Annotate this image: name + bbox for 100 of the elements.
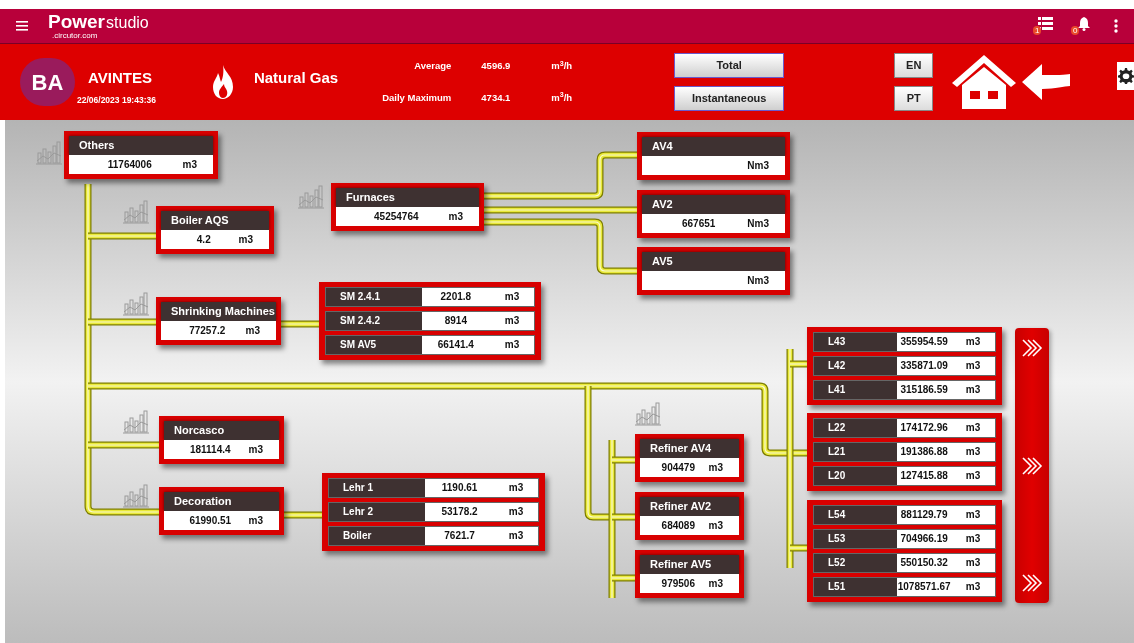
meter-label: L20 (814, 467, 898, 485)
language-button[interactable]: PT (894, 86, 934, 111)
meter-row[interactable]: L41 315186.59 m3 (813, 380, 996, 400)
stat-value: 4596.9 (481, 59, 512, 74)
meter-card[interactable]: Others 11764006 m3 (64, 131, 218, 179)
meter-value: 550150.32 (899, 556, 949, 570)
meter-value: 191386.88 (899, 445, 949, 459)
meter-card[interactable]: Refiner AV5 979506 m3 (635, 550, 744, 598)
meter-card[interactable]: Shrinking Machines 77257.2 m3 (156, 297, 281, 345)
flame-icon (211, 65, 234, 99)
meter-row[interactable]: L20 127415.88 m3 (813, 466, 996, 486)
meter-title: Refiner AV4 (640, 439, 739, 458)
meter-card[interactable]: AV2 667651 Nm3 (637, 190, 790, 238)
meter-label: Lehr 1 (329, 479, 426, 497)
meter-row[interactable]: SM AV5 66141.4 m3 (325, 335, 535, 355)
meter-value: 315186.59 (899, 383, 949, 397)
site-name: AVINTES (88, 67, 153, 88)
menu-icon[interactable] (16, 21, 28, 31)
meter-row[interactable]: Boiler 7621.7 m3 (328, 526, 539, 546)
meter-value: 77257.2 (189, 325, 226, 336)
logo-domain-text: .circutor.com (51, 30, 99, 40)
mode-button[interactable]: Total (674, 53, 785, 78)
meter-title: Refiner AV2 (640, 497, 739, 516)
meter-value: 53178.2 (440, 505, 479, 519)
meter-label: L21 (814, 443, 898, 461)
meter-title: Furnaces (336, 188, 479, 207)
settings-button[interactable] (1117, 62, 1134, 90)
unit-label: m3 (238, 233, 254, 247)
meter-row[interactable]: L54 881129.79 m3 (813, 505, 996, 525)
meter-card[interactable]: Refiner AV2 684089 m3 (635, 492, 744, 540)
meter-value: 1190.61 (440, 481, 479, 495)
meter-value: 1078571.67 (897, 580, 951, 594)
meter-value: 61990.51 (189, 515, 232, 526)
meter-row[interactable]: L51 1078571.67 m3 (813, 577, 996, 597)
unit-label: m3 (964, 383, 982, 397)
more-options-icon[interactable] (1114, 19, 1118, 33)
meter-value: 684089 (661, 520, 695, 531)
meter-value: 4.2 (196, 234, 211, 245)
meter-row[interactable]: SM 2.4.1 2201.8 m3 (325, 287, 535, 307)
language-button[interactable]: EN (894, 53, 934, 78)
unit-label: m3 (248, 514, 264, 528)
meter-card[interactable]: Refiner AV4 904479 m3 (635, 434, 744, 482)
chevron-right-icon[interactable] (1021, 455, 1043, 476)
unit-label: m3 (245, 324, 261, 338)
meter-label: L43 (814, 333, 898, 351)
meter-card[interactable]: Boiler AQS 4.2 m3 (156, 206, 274, 254)
bell-icon[interactable] (1078, 17, 1090, 31)
meter-value: 127415.88 (899, 469, 949, 483)
unit-label: Nm3 (747, 159, 770, 173)
meter-row[interactable]: L22 174172.96 m3 (813, 418, 996, 438)
unit-label: Nm3 (747, 274, 770, 288)
meter-title: Boiler AQS (161, 211, 269, 230)
meter-card[interactable]: Norcasco 181114.4 m3 (159, 416, 284, 464)
meter-label: L54 (814, 506, 898, 524)
mode-button[interactable]: Instantaneous (674, 86, 785, 111)
meter-card[interactable]: AV4 Nm3 (637, 132, 790, 180)
settings-icon[interactable] (1118, 68, 1134, 84)
meter-row[interactable]: Lehr 1 1190.61 m3 (328, 478, 539, 498)
list-icon[interactable] (1038, 17, 1053, 30)
meter-label: SM 2.4.1 (326, 288, 422, 306)
unit-label: m3 (964, 445, 982, 459)
meter-card[interactable]: Decoration 61990.51 m3 (159, 487, 284, 535)
unit-label: m3 (507, 481, 525, 495)
chevron-right-icon[interactable] (1021, 338, 1043, 358)
meter-title: Shrinking Machines (161, 302, 276, 321)
meter-title: Others (69, 136, 213, 155)
meter-label: SM 2.4.2 (326, 312, 422, 330)
stat-value: 4734.1 (481, 90, 512, 105)
meter-row[interactable]: SM 2.4.2 8914 m3 (325, 311, 535, 331)
avatar: BA (20, 58, 75, 106)
meter-value: 7621.7 (443, 529, 476, 543)
meter-row[interactable]: Lehr 2 53178.2 m3 (328, 502, 539, 522)
unit-label: m3 (964, 556, 982, 570)
meter-value: 335871.09 (899, 359, 949, 373)
date-time: 22/06/2023 19:43:36 (77, 94, 156, 108)
chevron-right-icon[interactable] (1021, 573, 1043, 593)
unit-label: m3 (964, 580, 982, 594)
meter-card[interactable]: Furnaces 45254764 m3 (331, 183, 484, 231)
meter-row[interactable]: L21 191386.88 m3 (813, 442, 996, 462)
meter-value: 979506 (661, 578, 695, 589)
meter-row[interactable]: L43 355954.59 m3 (813, 332, 996, 352)
unit-label: m3 (448, 210, 464, 224)
meter-title: AV4 (642, 137, 785, 156)
meter-label: SM AV5 (326, 336, 422, 354)
back-arrow-icon[interactable] (1022, 64, 1071, 100)
meter-row[interactable]: L53 704966.19 m3 (813, 529, 996, 549)
unit-label: m3 (503, 290, 521, 304)
meter-value: 904479 (661, 462, 695, 473)
meter-row[interactable]: L42 335871.09 m3 (813, 356, 996, 376)
meter-row[interactable]: L52 550150.32 m3 (813, 553, 996, 573)
unit-label: m3 (964, 508, 982, 522)
meter-label: L41 (814, 381, 898, 399)
stat-unit: m$^{3}$/h (551, 59, 573, 74)
meter-card[interactable]: AV5 Nm3 (637, 247, 790, 295)
notification-badge: 1 (1033, 26, 1042, 35)
meter-value: 181114.4 (189, 444, 231, 455)
meter-title: Refiner AV5 (640, 555, 739, 574)
logo-brand-text: Power (48, 12, 106, 31)
meter-label: L22 (814, 419, 898, 437)
meter-label: L52 (814, 554, 898, 572)
